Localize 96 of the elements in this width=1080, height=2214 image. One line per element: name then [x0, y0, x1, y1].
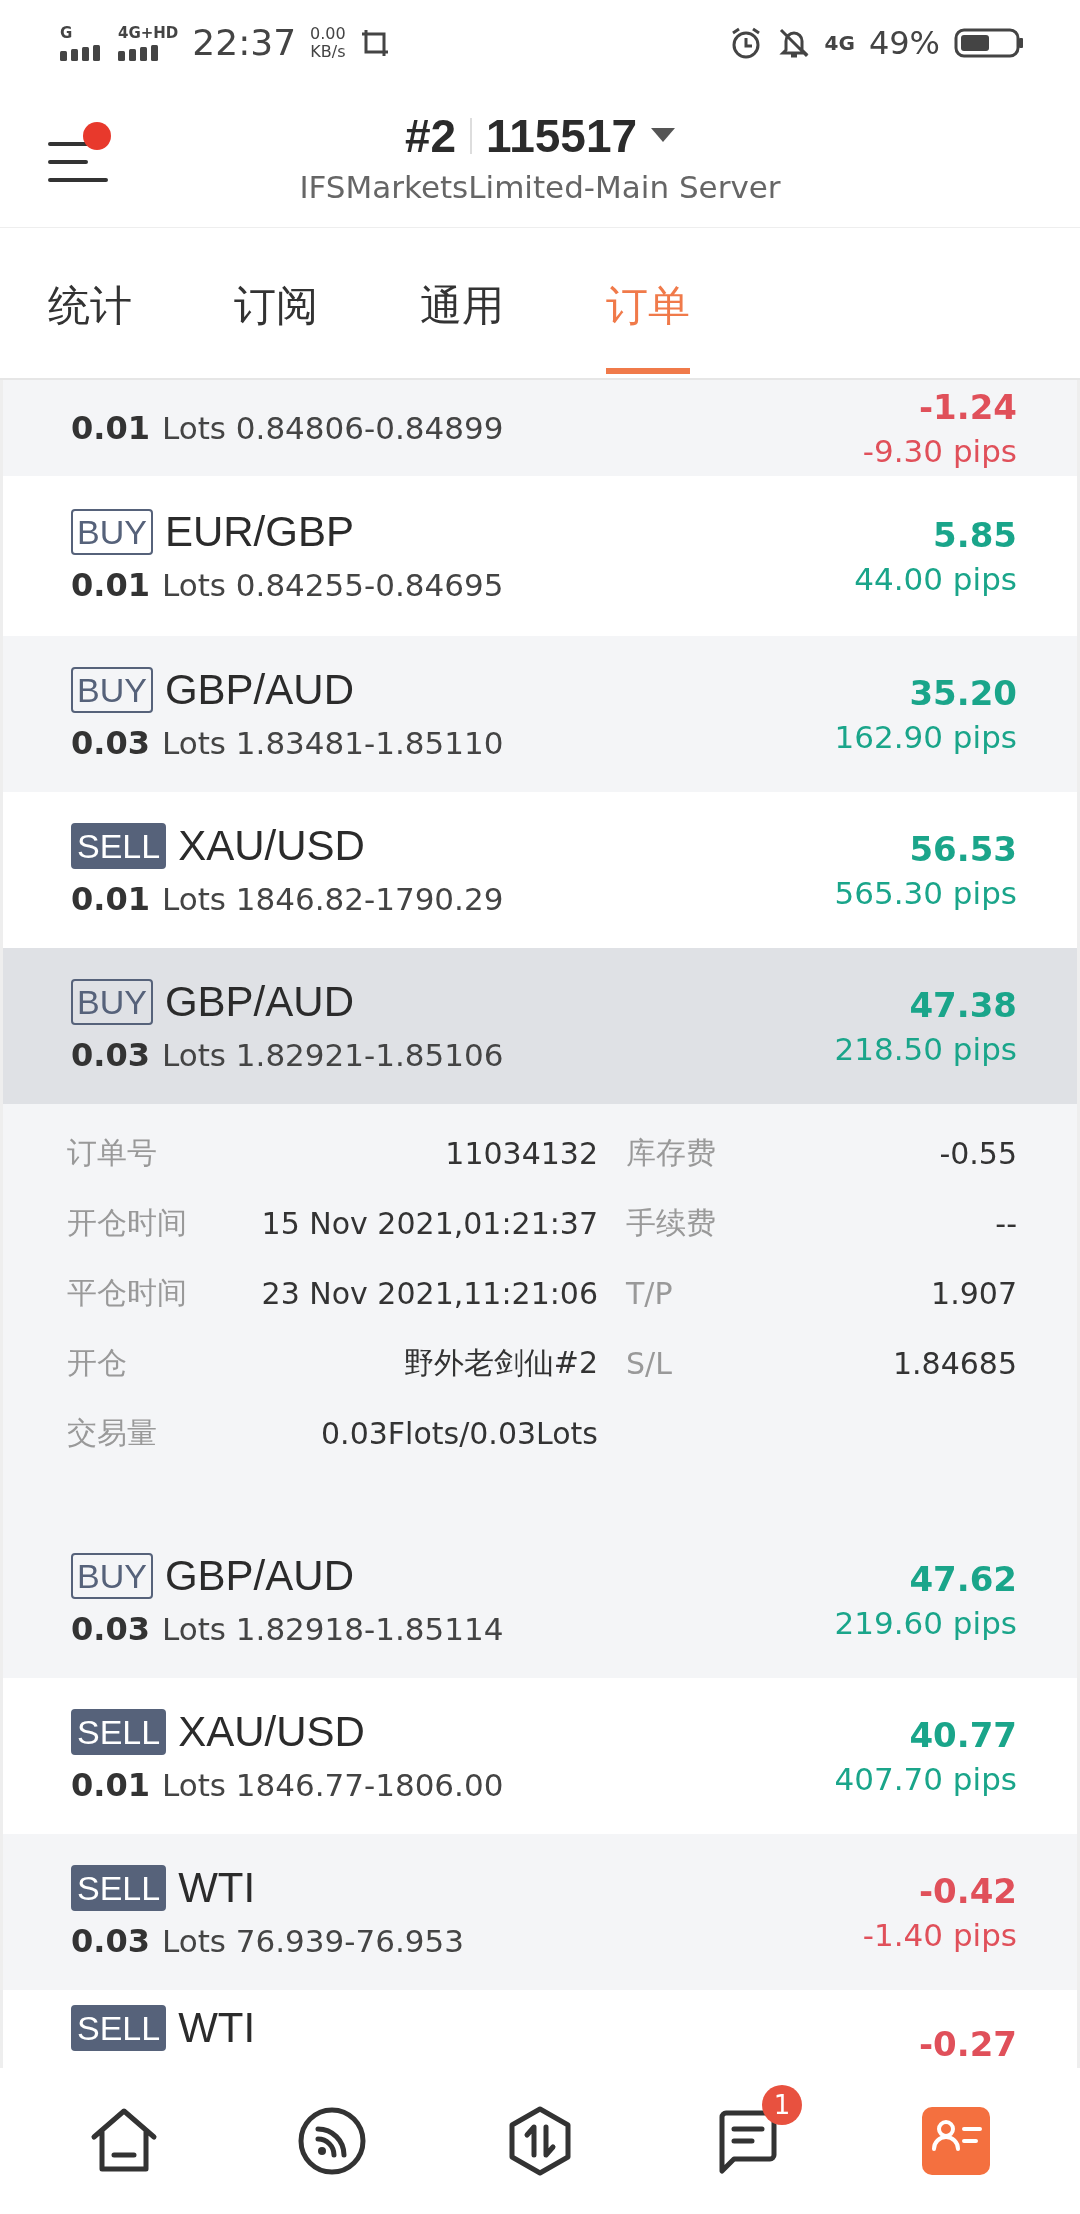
pips: -9.30 pips [862, 433, 1017, 469]
clock: 22:37 [192, 25, 297, 61]
symbol: GBP/AUD [164, 978, 354, 1026]
symbol: XAU/USD [178, 822, 365, 870]
detail-label: 订单号 [67, 1133, 158, 1172]
side-badge: BUY [71, 509, 153, 555]
detail-label: S/L [625, 1345, 673, 1381]
detail-label: 开仓 [67, 1343, 128, 1382]
symbol: EUR/GBP [164, 508, 354, 556]
order-row[interactable]: BUY GBP/AUD 0.03 Lots 1.82921-1.85106 47.38 218.50 pips [0, 948, 1080, 1104]
network-speed: 0.00 [310, 25, 346, 43]
price-range: Lots 1846.82-1790.29 [161, 881, 504, 917]
pips: 219.60 pips [834, 1605, 1017, 1641]
messages-button[interactable]: 1 [692, 2085, 804, 2197]
order-row[interactable]: SELL WTI 0.03 Lots 76.939-76.953 -0.42 -1.40 pips [0, 1834, 1080, 1990]
server-name: IFSMarketsLimited-Main Server [299, 169, 781, 205]
order-row[interactable]: BUY GBP/AUD 0.03 Lots 1.83481-1.85110 35.20 162.90 pips [0, 636, 1080, 792]
tab[interactable]: 统计 [48, 236, 132, 374]
price-range: Lots 0.84255-0.84695 [161, 567, 504, 603]
lot-size: 0.03 [71, 1922, 150, 1960]
detail-label: 平仓时间 [67, 1273, 187, 1312]
profit: -0.27 [919, 2024, 1017, 2064]
side-badge: BUY [71, 667, 153, 713]
unread-badge: 1 [762, 2085, 802, 2125]
profit: 5.85 [933, 515, 1017, 555]
profile-icon [920, 2105, 992, 2177]
lot-size: 0.03 [71, 724, 150, 762]
battery-icon [954, 28, 1024, 58]
pips: 407.70 pips [834, 1761, 1017, 1797]
tab[interactable]: 订阅 [234, 236, 318, 374]
dropdown-icon[interactable] [651, 128, 676, 144]
pips: 44.00 pips [854, 561, 1017, 597]
lot-size: 0.01 [71, 409, 150, 447]
lot-size: 0.01 [71, 566, 150, 604]
account-number: #2 [404, 109, 457, 163]
pips: 565.30 pips [834, 875, 1017, 911]
signal-label: G [60, 25, 73, 41]
pips: 162.90 pips [834, 719, 1017, 755]
profit: -1.24 [919, 387, 1017, 427]
symbol: GBP/AUD [164, 666, 354, 714]
profit: 56.53 [909, 829, 1017, 869]
profit: 47.62 [909, 1559, 1017, 1599]
order-row[interactable]: BUY GBP/AUD 0.03 Lots 1.82918-1.85114 47.62 219.60 pips [0, 1522, 1080, 1678]
detail-value: 0.03Flots/0.03Lots [320, 1415, 598, 1451]
symbol: WTI [178, 2004, 256, 2052]
price-range: Lots 1.82918-1.85114 [161, 1611, 504, 1647]
symbol: GBP/AUD [164, 1552, 354, 1600]
bell-muted-icon [776, 26, 811, 60]
detail-value: 23 Nov 2021,11:21:06 [260, 1275, 598, 1311]
lot-size: 0.01 [71, 880, 150, 918]
price-range: Lots 0.84806-0.84899 [161, 410, 504, 446]
account-login[interactable]: 115517 [486, 109, 638, 163]
profit: 40.77 [909, 1715, 1017, 1755]
side-badge: BUY [71, 979, 153, 1025]
lot-size: 0.03 [71, 1610, 150, 1648]
pips: 218.50 pips [834, 1031, 1017, 1067]
order-row[interactable]: SELL XAU/USD 0.01 Lots 1846.82-1790.29 56.53 565.30 pips [0, 792, 1080, 948]
symbol: WTI [178, 1864, 256, 1912]
side-badge: SELL [71, 1865, 167, 1911]
detail-value: 1.907 [930, 1275, 1017, 1311]
detail-label: 交易量 [67, 1413, 158, 1452]
side-badge: SELL [71, 823, 167, 869]
detail-value: 野外老剑仙#2 [402, 1343, 598, 1382]
tab[interactable]: 通用 [420, 236, 504, 374]
detail-value: 11034132 [444, 1135, 598, 1171]
feed-icon [296, 2105, 368, 2177]
order-row[interactable]: 0.01 Lots 0.84806-0.84899 -1.24 -9.30 pips [0, 380, 1080, 476]
price-range: Lots 1.83481-1.85110 [161, 725, 504, 761]
lot-size: 0.03 [71, 1036, 150, 1074]
profit: 47.38 [909, 985, 1017, 1025]
network-label: 4G [824, 33, 855, 53]
detail-label: 手续费 [625, 1203, 717, 1242]
speed-unit: KB/s [310, 43, 346, 61]
profit: -0.42 [919, 1871, 1017, 1911]
price-range: Lots 76.939-76.953 [161, 1923, 464, 1959]
price-range: Lots 1.82921-1.85106 [161, 1037, 504, 1073]
pips: -1.40 pips [862, 1917, 1017, 1953]
order-row[interactable]: BUY EUR/GBP 0.01 Lots 0.84255-0.84695 5.85 44.00 pips [0, 476, 1080, 636]
signal-label: 4G+HD [118, 25, 179, 41]
battery-percent: 49% [868, 24, 940, 62]
order-row[interactable]: SELL WTI -0.27 [0, 1990, 1080, 2068]
profit: 35.20 [909, 673, 1017, 713]
detail-label: T/P [625, 1275, 674, 1311]
lot-size: 0.01 [71, 1766, 150, 1804]
order-row[interactable]: SELL XAU/USD 0.01 Lots 1846.77-1806.00 40.77 407.70 pips [0, 1678, 1080, 1834]
detail-value: 15 Nov 2021,01:21:37 [260, 1205, 598, 1241]
detail-label: 库存费 [625, 1133, 717, 1172]
detail-label: 开仓时间 [67, 1203, 187, 1242]
detail-value: -0.55 [938, 1135, 1017, 1171]
side-badge: BUY [71, 1553, 153, 1599]
side-badge: SELL [71, 2005, 167, 2051]
symbol: XAU/USD [178, 1708, 365, 1756]
detail-value: -- [994, 1205, 1017, 1241]
side-badge: SELL [71, 1709, 167, 1755]
detail-value: 1.84685 [891, 1345, 1017, 1381]
price-range: Lots 1846.77-1806.00 [161, 1767, 504, 1803]
